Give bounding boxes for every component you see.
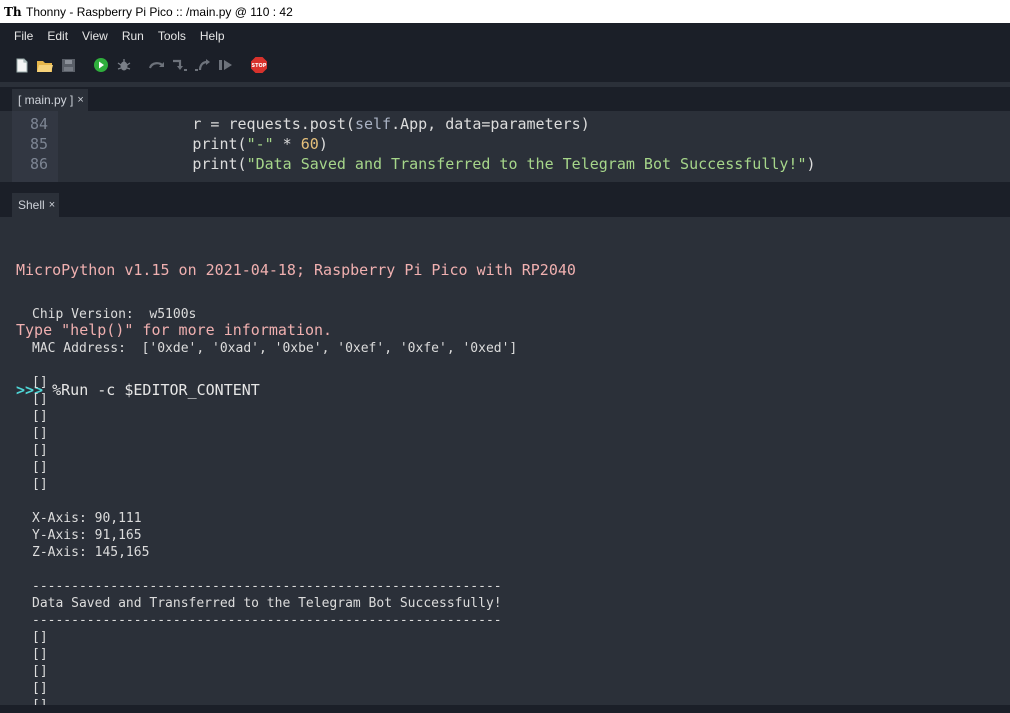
output-line: [] [32,460,48,475]
thonny-logo-icon: Th [4,4,22,19]
output-line: Z-Axis: 145,165 [32,545,150,560]
output-line: ----------------------------------------… [32,579,502,594]
tab-shell[interactable]: Shell × [12,193,60,217]
code-token: print( [192,135,247,153]
title-bar: Th Thonny - Raspberry Pi Pico :: /main.p… [0,0,1010,23]
save-icon[interactable] [59,56,77,74]
line-number: 84 [29,115,48,133]
output-line: Data Saved and Transferred to the Telegr… [32,596,502,611]
code-line: print("Data Saved and Transferred to the… [84,154,816,174]
svg-text:STOP: STOP [252,63,267,69]
window-title: Thonny - Raspberry Pi Pico :: /main.py @… [26,4,293,19]
tab-main-py-label: [ main.py ] [18,93,74,107]
code-token: print( [192,155,247,173]
close-icon[interactable]: × [49,199,55,211]
output-line: MAC Address: ['0xde', '0xad', '0xbe', '0… [32,341,518,356]
code-token: "Data Saved and Transferred to the Teleg… [246,155,807,173]
menu-bar: File Edit View Run Tools Help [0,23,1010,48]
output-line: [] [32,392,48,407]
output-line: [] [32,630,48,645]
resume-icon[interactable] [217,56,235,74]
menu-item-file[interactable]: File [0,29,40,43]
output-line: [] [32,477,48,492]
tab-shell-label: Shell [18,198,45,212]
output-line: [] [32,426,48,441]
menu-item-help[interactable]: Help [193,29,232,43]
step-out-icon[interactable] [194,56,212,74]
editor-tab-bar: [ main.py ] × [0,87,1010,111]
output-line: [] [32,375,48,390]
output-line: [] [32,664,48,679]
output-line: [] [32,697,517,705]
output-line: [] [32,647,48,662]
step-into-icon[interactable] [171,56,189,74]
code-token: "-" [246,135,274,153]
output-line: [] [32,409,48,424]
editor-bottom-edge [0,182,1010,191]
output-line: Chip Version: w5100s [32,307,197,322]
menu-item-tools[interactable]: Tools [151,29,193,43]
code-token: * [273,135,301,153]
shell-output: Chip Version: w5100s MAC Address: ['0xde'… [32,289,517,705]
line-number-gutter: 84 85 86 [12,111,58,182]
shell-tab-bar: Shell × [0,191,1010,217]
code-token: self [354,115,392,133]
line-number: 86 [29,155,48,173]
code-token: r = requests.post( [192,115,355,133]
open-folder-icon[interactable] [36,56,54,74]
code-area[interactable]: r = requests.post(self.App, data=paramet… [84,114,816,174]
code-token: ) [806,155,816,173]
debug-icon[interactable] [115,56,133,74]
status-strip [0,705,1010,713]
output-line: ----------------------------------------… [32,613,502,628]
menu-item-run[interactable]: Run [115,29,151,43]
run-icon[interactable] [92,56,110,74]
shell-panel[interactable]: MicroPython v1.15 on 2021-04-18; Raspber… [12,217,1010,705]
output-line: [] [32,681,48,696]
output-line: Y-Axis: 91,165 [32,528,142,543]
menu-item-edit[interactable]: Edit [40,29,75,43]
step-over-icon[interactable] [148,56,166,74]
code-token: .App, data=parameters) [391,115,590,133]
code-line: r = requests.post(self.App, data=paramet… [84,114,816,134]
stop-icon[interactable]: STOP [250,56,268,74]
toolbar: STOP [0,48,1010,82]
menu-item-view[interactable]: View [75,29,115,43]
banner-version-line: MicroPython v1.15 on 2021-04-18; Raspber… [16,261,576,279]
code-editor[interactable]: 84 85 86 r = requests.post(self.App, data=… [12,111,1010,182]
output-line: X-Axis: 90,111 [32,511,142,526]
tab-main-py[interactable]: [ main.py ] × [12,89,88,111]
code-token: 60 [300,135,319,153]
code-line: print("-" * 60) [84,134,816,154]
new-file-icon[interactable] [13,56,31,74]
close-icon[interactable]: × [77,94,83,106]
line-number: 85 [29,135,48,153]
code-token: ) [318,135,328,153]
output-line: [] [32,443,48,458]
